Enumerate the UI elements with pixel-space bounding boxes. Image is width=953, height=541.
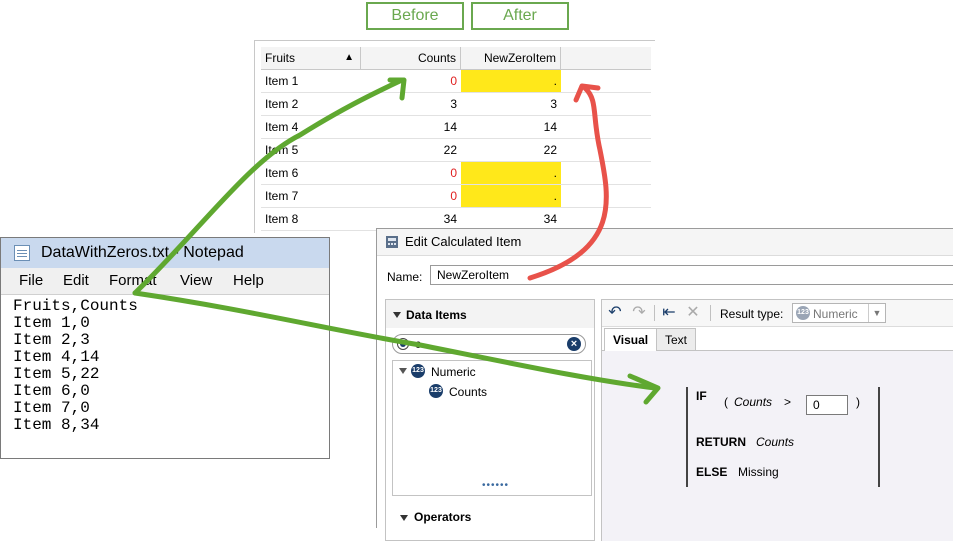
annotation-arrows: [132, 77, 661, 405]
green-arrow-to-expression: [132, 290, 658, 391]
red-arrow-to-after: [527, 85, 609, 281]
green-arrow-to-before: [132, 77, 405, 296]
